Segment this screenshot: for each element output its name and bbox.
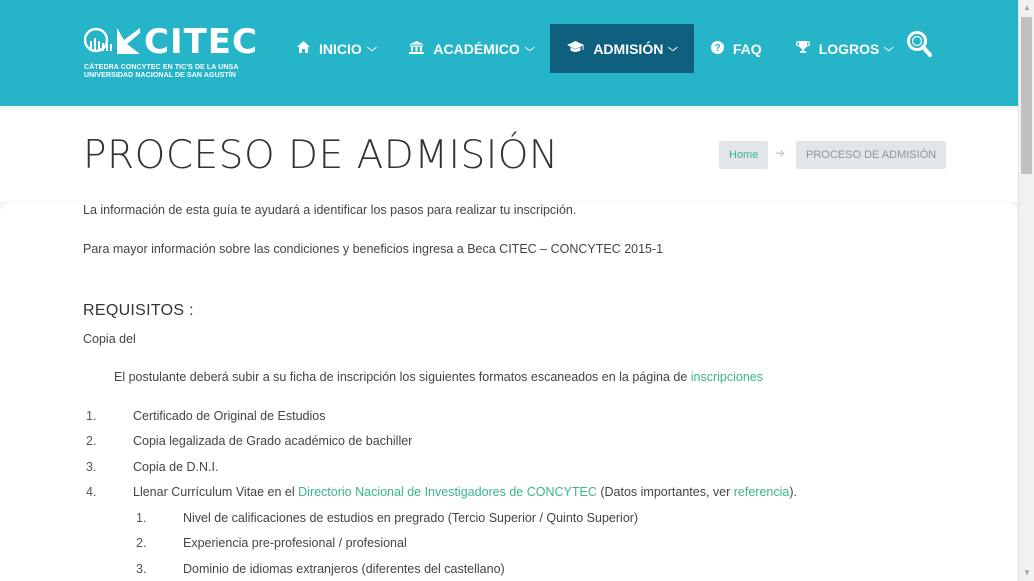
sublist-item-number: 1. <box>136 511 147 525</box>
sublist-item: Nivel de calificaciones de estudios en p… <box>183 511 639 525</box>
nav-item-logros[interactable]: LOGROS ⌵ <box>779 24 910 73</box>
directorio-concytec-link[interactable]: Directorio Nacional de Investigadores de… <box>298 485 597 499</box>
trophy-icon <box>795 41 810 56</box>
list-item-number: 3. <box>86 460 97 474</box>
list-item: Certificado de Original de Estudios <box>133 409 326 423</box>
sublist-item: Dominio de idiomas extranjeros (diferent… <box>183 562 505 576</box>
vertical-scrollbar[interactable]: ▲ ▼ <box>1018 0 1034 581</box>
logo-mark-icon <box>84 27 140 54</box>
main-nav: INICIO ⌵ ACADÉMICO ⌵ ADMISIÓN ⌵ ? FAQ LO… <box>280 24 910 73</box>
sublist-item: Experiencia pre-profesional / profesiona… <box>183 536 407 550</box>
logo-subtitle-2: UNIVERSIDAD NACIONAL DE SAN AGUSTÍN <box>84 72 237 79</box>
inscripciones-link[interactable]: inscripciones <box>691 370 763 384</box>
home-icon <box>297 41 310 56</box>
intro-text: La información de esta guía te ayudará a… <box>83 203 577 217</box>
list-item-text: Llenar Currículum Vitae en el <box>133 485 299 499</box>
nav-item-faq[interactable]: ? FAQ <box>694 24 779 73</box>
list-item: Copia de D.N.I. <box>133 460 219 474</box>
question-circle-icon: ? <box>710 40 724 57</box>
nav-item-academico[interactable]: ACADÉMICO ⌵ <box>392 24 550 73</box>
nav-label: INICIO <box>319 40 362 57</box>
requisitos-heading: REQUISITOS : <box>83 302 194 319</box>
upload-note: El postulante deberá subir a su ficha de… <box>114 370 763 384</box>
logo-text: CITEC <box>144 22 258 62</box>
nav-item-admision[interactable]: ADMISIÓN ⌵ <box>550 24 694 73</box>
graduation-cap-icon <box>567 41 585 56</box>
scrollbar-thumb[interactable] <box>1021 17 1032 174</box>
list-item-number: 1. <box>86 409 97 423</box>
svg-text:?: ? <box>714 43 720 54</box>
chevron-down-icon: ⌵ <box>366 43 377 54</box>
list-item-number: 4. <box>86 485 97 499</box>
list-item: Copia legalizada de Grado académico de b… <box>133 434 413 448</box>
nav-item-inicio[interactable]: INICIO ⌵ <box>280 24 392 73</box>
site-header: CITEC CÁTEDRA CONCYTEC EN TIC'S DE LA UN… <box>0 0 1018 106</box>
list-item-number: 2. <box>86 434 97 448</box>
chevron-down-icon: ⌵ <box>884 43 895 54</box>
nav-label: FAQ <box>732 40 762 57</box>
logo-subtitle-1: CÁTEDRA CONCYTEC EN TIC'S DE LA UNSA <box>84 64 239 71</box>
page-title: PROCESO DE ADMISIÓN <box>83 133 559 178</box>
breadcrumb-home-link[interactable]: Home <box>719 141 769 169</box>
search-icon <box>907 31 932 57</box>
copia-del-text: Copia del <box>83 332 136 346</box>
breadcrumb-current: PROCESO DE ADMISIÓN <box>796 141 947 169</box>
nav-label: LOGROS <box>818 40 880 57</box>
nav-label: ACADÉMICO <box>433 40 520 57</box>
more-info-text: Para mayor información sobre las condici… <box>83 242 664 256</box>
sublist-item-number: 2. <box>136 536 147 550</box>
scroll-up-arrow-icon[interactable]: ▲ <box>1019 0 1034 16</box>
list-item-text: ). <box>789 485 797 499</box>
upload-note-text: El postulante deberá subir a su ficha de… <box>114 370 691 384</box>
search-button[interactable] <box>906 30 932 58</box>
nav-label: ADMISIÓN <box>593 40 664 57</box>
citec-logo[interactable]: CITEC CÁTEDRA CONCYTEC EN TIC'S DE LA UN… <box>84 22 257 82</box>
bank-icon <box>409 40 425 57</box>
referencia-link[interactable]: referencia <box>734 485 790 499</box>
list-item-text: (Datos importantes, ver <box>596 485 734 499</box>
chevron-down-icon: ⌵ <box>668 43 679 54</box>
sublist-item-number: 3. <box>136 562 147 576</box>
header-scallop-divider <box>0 102 1018 110</box>
breadcrumb-arrow-icon: ➔ <box>775 146 786 160</box>
chevron-down-icon: ⌵ <box>524 43 535 54</box>
scroll-down-arrow-icon[interactable]: ▼ <box>1019 565 1034 581</box>
list-item: Llenar Currículum Vitae en el Directorio… <box>133 485 797 499</box>
